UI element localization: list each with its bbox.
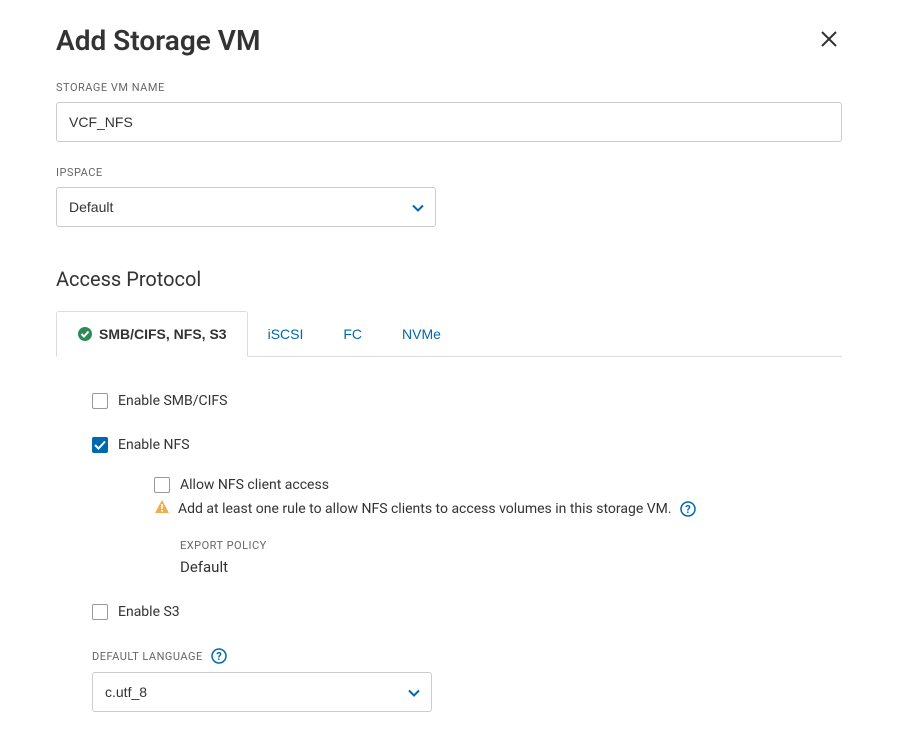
allow-nfs-checkbox-label: Allow NFS client access xyxy=(180,477,329,493)
page-title: Add Storage VM xyxy=(56,24,260,57)
smb-checkbox[interactable] xyxy=(92,393,108,409)
tab-smb-nfs-s3[interactable]: SMB/CIFS, NFS, S3 xyxy=(56,311,248,357)
smb-checkbox-label: Enable SMB/CIFS xyxy=(118,393,227,409)
nfs-checkbox-label: Enable NFS xyxy=(118,437,190,453)
export-policy-label: EXPORT POLICY xyxy=(180,539,842,552)
svm-name-input[interactable] xyxy=(56,102,842,142)
checkmark-icon xyxy=(94,440,106,450)
access-protocol-title: Access Protocol xyxy=(56,267,842,291)
s3-checkbox[interactable] xyxy=(92,604,108,620)
close-icon xyxy=(820,27,838,54)
check-circle-icon xyxy=(77,326,93,342)
tab-iscsi[interactable]: iSCSI xyxy=(248,311,324,356)
tab-label: SMB/CIFS, NFS, S3 xyxy=(99,326,227,342)
svg-text:?: ? xyxy=(685,503,691,516)
tab-nvme[interactable]: NVMe xyxy=(382,311,461,356)
default-language-label: DEFAULT LANGUAGE xyxy=(92,650,203,663)
close-button[interactable] xyxy=(816,25,842,57)
warning-icon xyxy=(154,499,170,519)
export-policy-value: Default xyxy=(180,558,842,576)
ipspace-label: IPSPACE xyxy=(56,166,842,179)
help-icon[interactable]: ? xyxy=(680,501,696,517)
tab-fc[interactable]: FC xyxy=(323,311,382,356)
s3-checkbox-label: Enable S3 xyxy=(118,604,180,620)
protocol-tabs: SMB/CIFS, NFS, S3 iSCSI FC NVMe xyxy=(56,311,842,357)
svm-name-label: STORAGE VM NAME xyxy=(56,81,842,94)
warning-text: Add at least one rule to allow NFS clien… xyxy=(178,501,672,517)
svg-text:?: ? xyxy=(216,650,222,663)
allow-nfs-checkbox[interactable] xyxy=(154,477,170,493)
nfs-checkbox[interactable] xyxy=(92,437,108,453)
ipspace-select[interactable]: Default xyxy=(56,187,436,227)
help-icon[interactable]: ? xyxy=(211,648,227,664)
default-language-select[interactable]: c.utf_8 xyxy=(92,672,432,712)
